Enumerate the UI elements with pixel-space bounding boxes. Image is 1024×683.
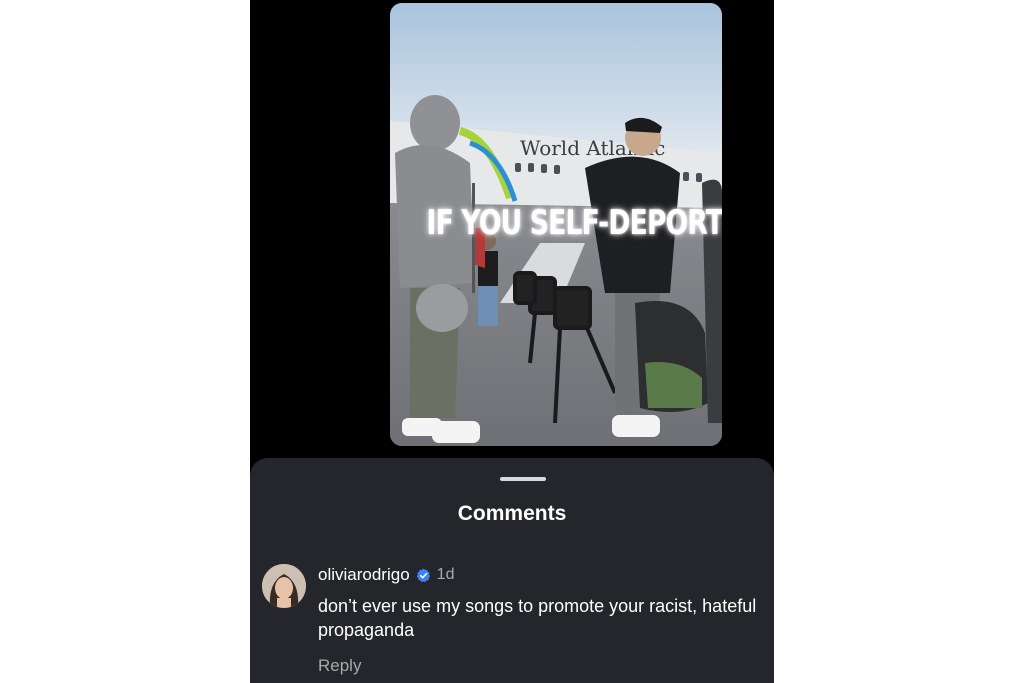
reel-video[interactable]: World Atlantic IF YOU SELF-DEPORT xyxy=(390,3,722,446)
reply-button[interactable]: Reply xyxy=(318,656,758,676)
avatar[interactable] xyxy=(262,564,306,608)
comments-title: Comments xyxy=(457,502,567,525)
page: World Atlantic IF YOU SELF-DEPORT Commen… xyxy=(0,0,1024,683)
comments-sheet: Comments oliviarodrigo 1d don’t ever use… xyxy=(250,458,774,683)
comment-header: oliviarodrigo 1d xyxy=(318,564,758,586)
verified-badge-icon xyxy=(416,568,431,583)
video-overlay-caption: IF YOU SELF-DEPORT xyxy=(426,203,722,243)
avatar-image xyxy=(262,564,306,608)
sheet-drag-handle[interactable] xyxy=(500,477,546,481)
comment-username[interactable]: oliviarodrigo xyxy=(318,565,410,585)
comment-body: oliviarodrigo 1d don’t ever use my songs… xyxy=(318,564,758,676)
comment-timestamp: 1d xyxy=(436,566,455,583)
comment-text: don’t ever use my songs to promote your … xyxy=(318,596,757,640)
phone-screen: World Atlantic IF YOU SELF-DEPORT Commen… xyxy=(250,0,774,683)
